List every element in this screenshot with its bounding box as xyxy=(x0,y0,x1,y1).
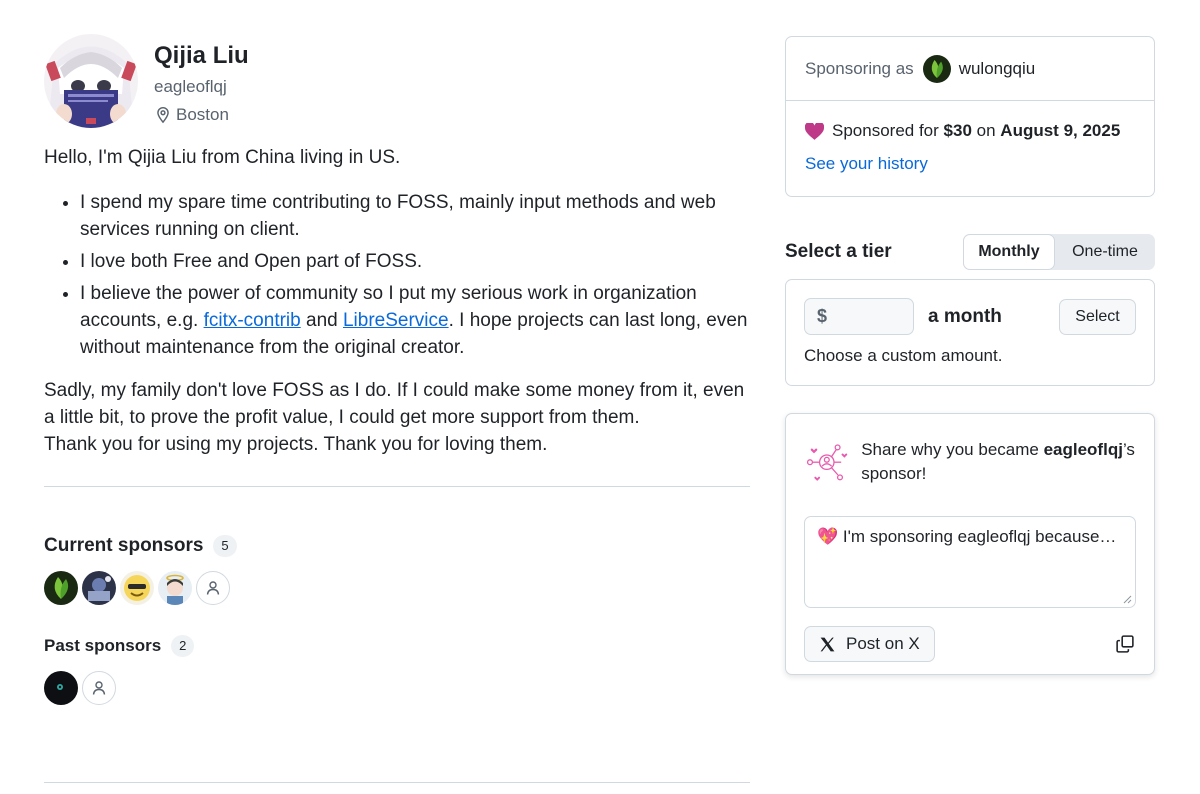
per-month-label: a month xyxy=(928,305,1002,327)
profile-location: Boston xyxy=(154,104,249,126)
amount-input[interactable]: $ xyxy=(804,298,914,335)
tier-title: Select a tier xyxy=(785,241,892,262)
current-sponsors-heading: Current sponsors 5 xyxy=(44,535,750,557)
profile-login: eagleoflqj xyxy=(154,77,227,96)
current-sponsors-title: Current sponsors xyxy=(44,535,204,556)
location-text: Boston xyxy=(176,105,229,124)
past-sponsors-avatars xyxy=(44,671,750,705)
bio-intro: Hello, I'm Qijia Liu from China living i… xyxy=(44,147,401,168)
select-button[interactable]: Select xyxy=(1059,298,1136,335)
bio-item: I love both Free and Open part of FOSS. xyxy=(80,248,750,275)
profile-avatar[interactable] xyxy=(44,34,138,128)
share-message-textarea[interactable]: 💖 I'm sponsoring eagleoflqj because… xyxy=(804,516,1136,608)
sponsorship-summary: Sponsored for $30 on August 9, 2025 See … xyxy=(786,101,1154,174)
sponsor-avatar[interactable] xyxy=(82,571,116,605)
sponsorship-status-card: Sponsoring as wulongqiu Sponsored for $3… xyxy=(785,36,1155,197)
divider xyxy=(44,782,750,783)
person-icon xyxy=(206,581,220,595)
past-sponsors-title: Past sponsors xyxy=(44,636,162,655)
divider xyxy=(44,486,750,487)
sponsor-avatar[interactable] xyxy=(44,671,78,705)
resize-grip-icon[interactable] xyxy=(1123,595,1132,604)
bio-item: I spend my spare time contributing to FO… xyxy=(80,189,750,243)
copy-icon[interactable] xyxy=(1116,635,1134,653)
past-sponsors-heading: Past sponsors 2 xyxy=(44,635,750,657)
sponsored-prefix: Sponsored for xyxy=(832,121,939,140)
profile-bio: Hello, I'm Qijia Liu from China living i… xyxy=(44,144,750,458)
bio-item: I believe the power of community so I pu… xyxy=(80,280,750,361)
share-prompt: Share why you became eagleoflqj’s sponso… xyxy=(861,438,1136,490)
share-prefix: Share why you became xyxy=(861,440,1044,459)
libreservice-link[interactable]: LibreService xyxy=(343,310,449,331)
sponsor-avatar[interactable] xyxy=(44,571,78,605)
custom-tier-card: $ a month Select Choose a custom amount. xyxy=(785,279,1155,386)
past-sponsors-count: 2 xyxy=(171,635,195,657)
bio-outro: Sadly, my family don't love FOSS as I do… xyxy=(44,380,745,428)
custom-amount-hint: Choose a custom amount. xyxy=(804,346,1003,365)
sponsor-account-avatar[interactable] xyxy=(922,54,951,83)
bio-list: I spend my spare time contributing to FO… xyxy=(80,189,750,361)
tier-header: Select a tier Monthly One-time xyxy=(785,234,1155,270)
see-history-link[interactable]: See your history xyxy=(805,154,1135,174)
sponsoring-as-row: Sponsoring as wulongqiu xyxy=(786,37,1154,101)
profile-name: Qijia Liu xyxy=(154,42,249,69)
person-icon xyxy=(92,681,106,695)
current-sponsors-avatars xyxy=(44,571,750,605)
monthly-tab[interactable]: Monthly xyxy=(963,234,1055,270)
fcitx-contrib-link[interactable]: fcitx-contrib xyxy=(204,310,301,331)
one-time-tab[interactable]: One-time xyxy=(1055,234,1155,270)
profile-info: Qijia Liu eagleoflqj Boston xyxy=(154,34,249,130)
sponsor-avatar[interactable] xyxy=(158,571,192,605)
sponsored-line: Sponsored for $30 on August 9, 2025 xyxy=(805,121,1135,141)
sponsor-network-icon xyxy=(806,444,848,481)
share-message-text: 💖 I'm sponsoring eagleoflqj because… xyxy=(817,527,1117,546)
profile-header: Qijia Liu eagleoflqj Boston xyxy=(44,34,750,130)
sponsored-date: August 9, 2025 xyxy=(1000,121,1121,140)
heart-icon xyxy=(805,122,824,140)
share-actions: Post on X xyxy=(786,608,1154,662)
sponsor-account-name[interactable]: wulongqiu xyxy=(959,59,1036,79)
sponsor-avatar-private[interactable] xyxy=(82,671,116,705)
share-card: Share why you became eagleoflqj’s sponso… xyxy=(785,413,1155,675)
post-on-x-label: Post on X xyxy=(846,634,920,653)
post-on-x-button[interactable]: Post on X xyxy=(804,626,935,662)
share-user: eagleoflqj xyxy=(1043,440,1123,459)
frequency-toggle: Monthly One-time xyxy=(963,234,1155,270)
amount-row: $ a month Select xyxy=(786,280,1154,335)
current-sponsors-count: 5 xyxy=(213,535,237,557)
currency-symbol: $ xyxy=(817,306,828,326)
location-pin-icon xyxy=(157,106,169,124)
bio-text: and xyxy=(300,310,343,331)
profile-column: Qijia Liu eagleoflqj Boston Hello, I'm Q… xyxy=(44,34,750,705)
x-logo-icon xyxy=(820,637,835,651)
sponsoring-as-label: Sponsoring as xyxy=(805,58,914,78)
share-header: Share why you became eagleoflqj’s sponso… xyxy=(786,414,1154,490)
sponsored-on: on xyxy=(976,121,996,140)
sponsor-avatar-private[interactable] xyxy=(196,571,230,605)
bio-thanks: Thank you for using my projects. Thank y… xyxy=(44,434,548,455)
sponsored-amount: $30 xyxy=(943,121,972,140)
sponsor-avatar[interactable] xyxy=(120,571,154,605)
